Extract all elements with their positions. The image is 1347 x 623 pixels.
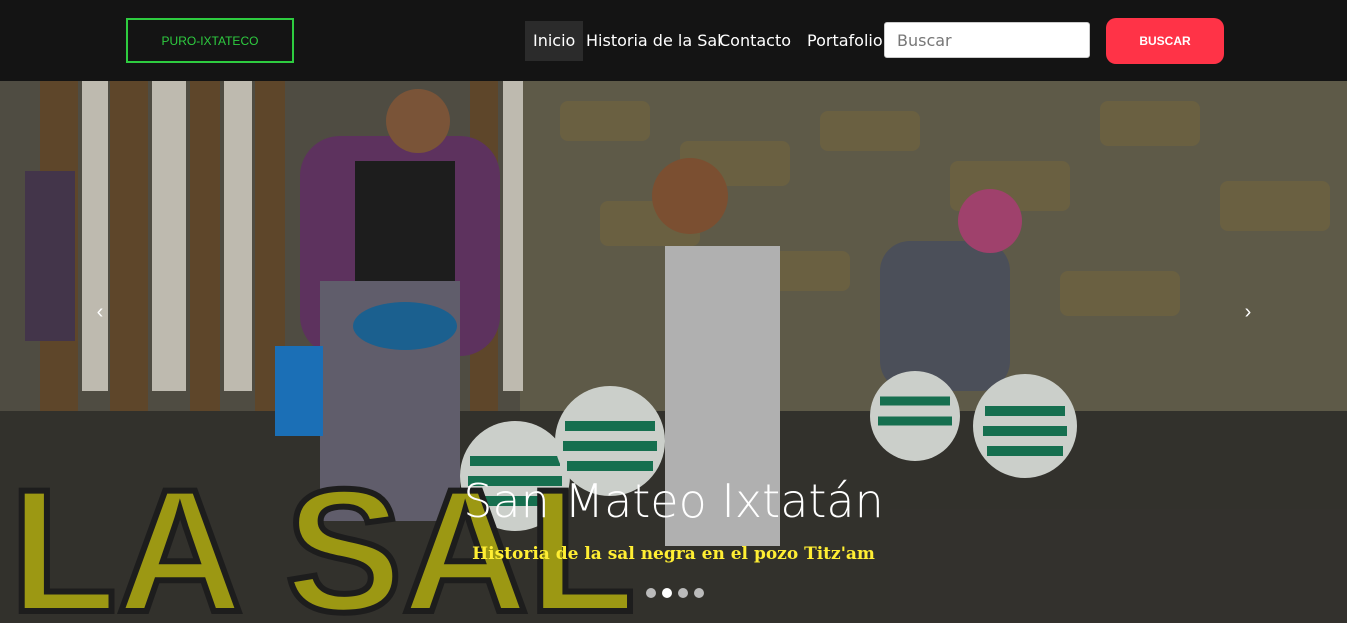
carousel-dot[interactable] [694,588,704,598]
nav-item-inicio[interactable]: Inicio [525,21,584,61]
carousel-dot[interactable] [678,588,688,598]
carousel-indicators [646,588,704,598]
hero-overlay [0,81,1347,623]
hero-title: San Mateo Ixtatán [463,474,884,528]
hero-subtitle: Historia de la sal negra en el pozo Titz… [472,544,875,564]
hero-carousel: LA SAL ‹ › San Mateo Ixtatán Historia de… [0,81,1347,623]
search-input[interactable] [884,22,1090,58]
nav-item-contacto[interactable]: Contacto [719,21,791,61]
nav-item-historia[interactable]: Historia de la Sal [586,21,722,61]
navbar: PURO-IXTATECO Inicio Historia de la Sal … [0,0,1347,81]
chevron-right-icon[interactable]: › [1238,302,1258,322]
carousel-dot-active[interactable] [662,588,672,598]
nav-item-portafolio[interactable]: Portafolio [807,21,883,61]
search-button[interactable]: BUSCAR [1106,18,1224,64]
chevron-left-icon[interactable]: ‹ [90,302,110,322]
carousel-dot[interactable] [646,588,656,598]
brand-logo[interactable]: PURO-IXTATECO [126,18,294,63]
